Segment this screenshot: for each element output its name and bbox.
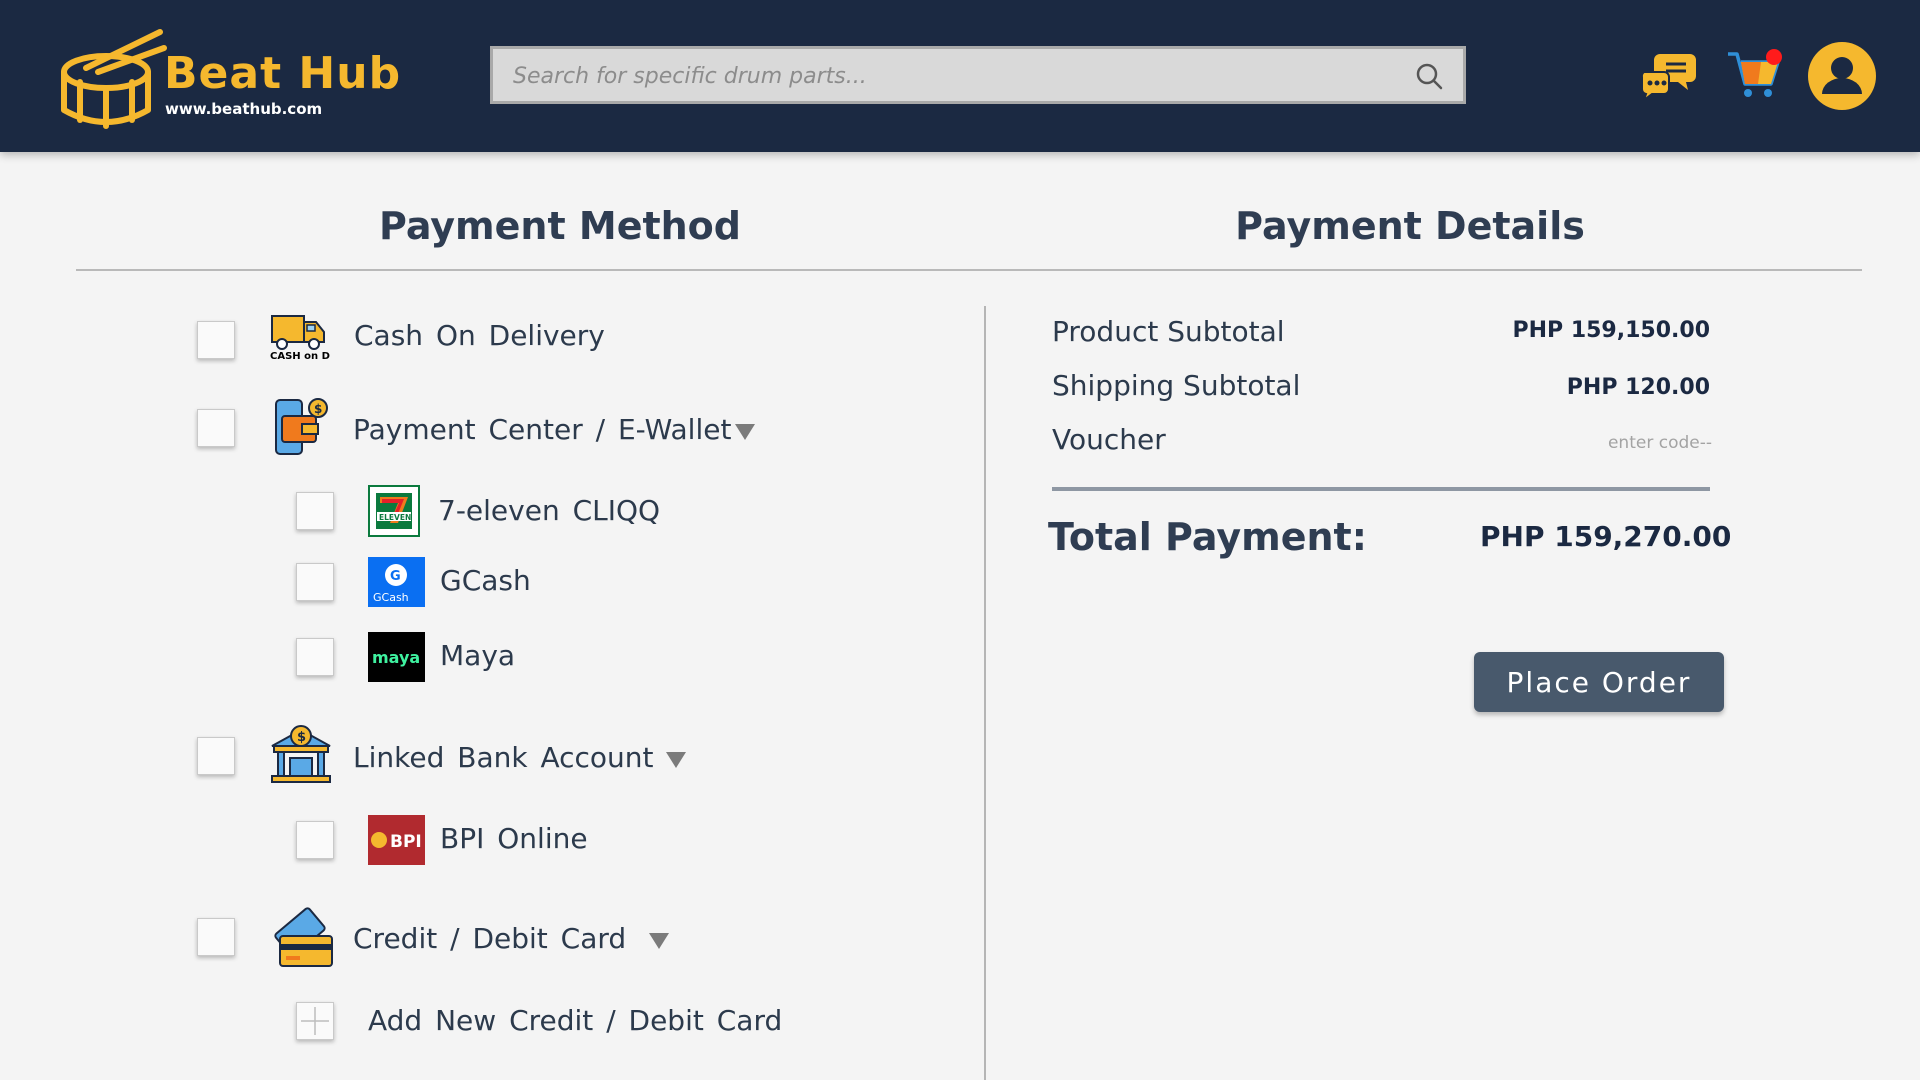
bpi-logo-icon: BPI (368, 815, 425, 865)
gcash-label[interactable]: GCash (440, 564, 531, 597)
svg-text:G: G (390, 569, 401, 584)
add-new-card-label[interactable]: Add New Credit / Debit Card (368, 1004, 782, 1037)
gcash-checkbox[interactable] (296, 563, 334, 601)
payment-method-title: Payment Method (378, 204, 741, 248)
bank-building-icon: $ (271, 725, 331, 783)
svg-text:$: $ (297, 730, 306, 745)
product-subtotal-label: Product Subtotal (1052, 315, 1285, 348)
cash-on-delivery-label[interactable]: Cash On Delivery (354, 319, 605, 352)
shipping-subtotal-label: Shipping Subtotal (1052, 369, 1301, 402)
linked-bank-label[interactable]: Linked Bank Account (353, 741, 654, 774)
credit-debit-card-checkbox[interactable] (197, 918, 235, 956)
cash-on-delivery-van-icon: CASH on DELIVERY (270, 315, 330, 362)
seven-eleven-checkbox[interactable] (296, 492, 334, 530)
search-icon[interactable] (1415, 62, 1443, 90)
maya-label[interactable]: Maya (440, 639, 515, 672)
credit-debit-card-label[interactable]: Credit / Debit Card (353, 922, 626, 955)
e-wallet-phone-icon: $ (275, 398, 328, 455)
seven-eleven-logo-icon: ELEVEN (368, 485, 420, 537)
gcash-icon-text: GCash (373, 591, 409, 604)
top-navigation-bar: Beat Hub www.beathub.com (0, 0, 1920, 152)
seven-eleven-icon-text: ELEVEN (379, 513, 411, 522)
linked-bank-checkbox[interactable] (197, 737, 235, 775)
gcash-logo-icon: G GCash (368, 557, 425, 607)
credit-card-icon (274, 907, 333, 967)
e-wallet-label[interactable]: Payment Center / E-Wallet (353, 413, 731, 446)
total-divider (1052, 487, 1710, 491)
maya-checkbox[interactable] (296, 638, 334, 676)
bpi-icon-text: BPI (390, 832, 422, 852)
credit-debit-card-expand-caret[interactable] (649, 933, 669, 949)
cod-icon-text: CASH on DELIVERY (270, 351, 330, 362)
total-payment-label: Total Payment: (1048, 515, 1367, 559)
product-subtotal-value: PHP 159,150.00 (1512, 318, 1711, 343)
drum-logo-icon[interactable] (58, 28, 168, 132)
total-payment-value: PHP 159,270.00 (1480, 520, 1732, 553)
brand-url: www.beathub.com (165, 100, 323, 118)
cart-notification-badge (1766, 49, 1782, 65)
bpi-online-checkbox[interactable] (296, 821, 334, 859)
cash-on-delivery-checkbox[interactable] (197, 321, 235, 359)
plus-icon (301, 1007, 329, 1035)
search-input[interactable] (511, 49, 1395, 103)
seven-eleven-label[interactable]: 7-eleven CLIQQ (438, 494, 660, 527)
brand-name[interactable]: Beat Hub (164, 48, 401, 99)
e-wallet-expand-caret[interactable] (735, 424, 755, 440)
svg-text:$: $ (314, 402, 322, 416)
add-new-card-button[interactable] (296, 1002, 334, 1040)
maya-logo-icon: maya (368, 632, 425, 682)
e-wallet-checkbox[interactable] (197, 409, 235, 447)
search-bar (490, 46, 1466, 104)
section-divider (76, 269, 1862, 271)
payment-details-title: Payment Details (1235, 204, 1585, 248)
bpi-online-label[interactable]: BPI Online (440, 822, 588, 855)
voucher-code-input[interactable] (1520, 428, 1714, 458)
place-order-button[interactable]: Place Order (1474, 652, 1724, 712)
linked-bank-expand-caret[interactable] (666, 752, 686, 768)
shopping-cart-icon[interactable] (1726, 48, 1784, 100)
maya-icon-text: maya (372, 648, 420, 667)
voucher-label: Voucher (1052, 423, 1166, 456)
chat-icon[interactable] (1640, 50, 1696, 100)
column-divider (984, 306, 986, 1080)
user-avatar[interactable] (1808, 42, 1876, 110)
user-icon (1822, 57, 1862, 94)
shipping-subtotal-value: PHP 120.00 (1566, 375, 1710, 400)
